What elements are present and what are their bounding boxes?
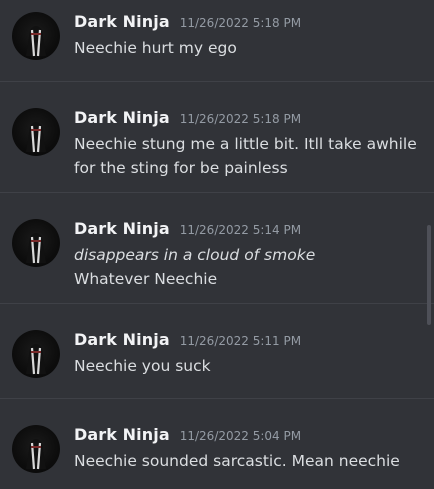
message-divider xyxy=(0,192,434,193)
message-text: Neechie hurt my ego xyxy=(74,39,237,57)
timestamp[interactable]: 11/26/2022 5:14 PM xyxy=(180,223,301,237)
message-body: Dark Ninja 11/26/2022 5:18 PM Neechie st… xyxy=(74,108,424,180)
author-name[interactable]: Dark Ninja xyxy=(74,425,170,444)
ninja-avatar-icon[interactable] xyxy=(12,219,60,267)
message-body: Dark Ninja 11/26/2022 5:18 PM Neechie hu… xyxy=(74,12,424,60)
author-name[interactable]: Dark Ninja xyxy=(74,12,170,31)
message-text: for the sting for be painless xyxy=(74,159,288,177)
message-divider xyxy=(0,81,434,82)
ninja-avatar-icon[interactable] xyxy=(12,12,60,60)
message-divider xyxy=(0,398,434,399)
timestamp[interactable]: 11/26/2022 5:04 PM xyxy=(180,429,301,443)
message-text: Whatever Neechie xyxy=(74,270,218,288)
message-text: Neechie sounded sarcastic. Mean neechie xyxy=(74,452,400,470)
message-header: Dark Ninja 11/26/2022 5:18 PM xyxy=(74,12,424,36)
timestamp[interactable]: 11/26/2022 5:18 PM xyxy=(180,112,301,126)
message-body: Dark Ninja 11/26/2022 5:14 PM disappears… xyxy=(74,219,424,291)
message-text-italic: disappears in a cloud of smoke xyxy=(74,246,316,264)
author-name[interactable]: Dark Ninja xyxy=(74,330,170,349)
author-name[interactable]: Dark Ninja xyxy=(74,108,170,127)
message-header: Dark Ninja 11/26/2022 5:14 PM xyxy=(74,219,424,243)
message-body: Dark Ninja 11/26/2022 5:11 PM Neechie yo… xyxy=(74,330,424,378)
timestamp[interactable]: 11/26/2022 5:18 PM xyxy=(180,16,301,30)
timestamp[interactable]: 11/26/2022 5:11 PM xyxy=(180,334,301,348)
ninja-avatar-icon[interactable] xyxy=(12,425,60,473)
message-header: Dark Ninja 11/26/2022 5:18 PM xyxy=(74,108,424,132)
message-text: Neechie stung me a little bit. Itll take… xyxy=(74,135,417,153)
message-header: Dark Ninja 11/26/2022 5:11 PM xyxy=(74,330,424,354)
scrollbar-thumb[interactable] xyxy=(427,225,431,325)
message-text: Neechie you suck xyxy=(74,357,211,375)
message-divider xyxy=(0,303,434,304)
ninja-avatar-icon[interactable] xyxy=(12,108,60,156)
ninja-avatar-icon[interactable] xyxy=(12,330,60,378)
author-name[interactable]: Dark Ninja xyxy=(74,219,170,238)
message-list: Dark Ninja 11/26/2022 5:18 PM Neechie hu… xyxy=(0,0,434,489)
message-body: Dark Ninja 11/26/2022 5:04 PM Neechie so… xyxy=(74,425,424,473)
message-header: Dark Ninja 11/26/2022 5:04 PM xyxy=(74,425,424,449)
